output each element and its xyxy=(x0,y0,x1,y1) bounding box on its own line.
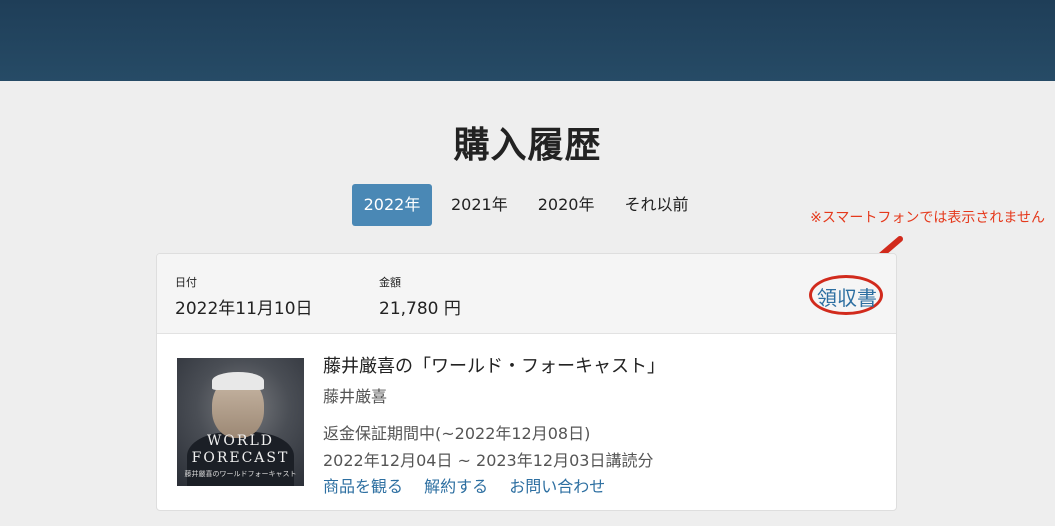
cancel-subscription-link[interactable]: 解約する xyxy=(424,477,488,496)
date-value: 2022年11月10日 xyxy=(175,299,313,319)
tab-2022[interactable]: 2022年 xyxy=(352,184,432,226)
order-card: 日付 2022年11月10日 金額 21,780 円 領収書 WORLD FOR… xyxy=(156,253,897,511)
thumbnail-text-forecast: FORECAST xyxy=(191,450,290,466)
thumbnail-subtext: 藤井厳喜のワールドフォーキャスト xyxy=(184,470,297,478)
order-header: 日付 2022年11月10日 金額 21,780 円 領収書 xyxy=(157,254,896,334)
page-title: 購入履歴 xyxy=(453,125,602,166)
date-label: 日付 xyxy=(175,276,197,289)
smartphone-note: ※スマートフォンでは表示されません xyxy=(810,210,1045,226)
view-product-link[interactable]: 商品を観る xyxy=(323,477,403,496)
tab-earlier[interactable]: それ以前 xyxy=(609,184,703,226)
tab-2021[interactable]: 2021年 xyxy=(436,184,523,226)
amount-label: 金額 xyxy=(379,276,401,289)
product-title: 藤井厳喜の「ワールド・フォーキャスト」 xyxy=(323,356,665,377)
thumbnail-text-world: WORLD xyxy=(207,433,274,449)
year-tabs: 2022年 2021年 2020年 それ以前 xyxy=(352,184,703,226)
refund-status: 返金保証期間中(~2022年12月08日) xyxy=(323,424,591,443)
amount-value: 21,780 円 xyxy=(379,299,461,319)
subscription-period: 2022年12月04日 ~ 2023年12月03日講読分 xyxy=(323,451,654,470)
portrait-hair xyxy=(212,372,264,390)
tab-2020[interactable]: 2020年 xyxy=(523,184,610,226)
product-author: 藤井厳喜 xyxy=(323,387,388,406)
product-thumbnail[interactable]: WORLD FORECAST 藤井厳喜のワールドフォーキャスト xyxy=(177,358,304,486)
top-navigation-bar xyxy=(0,0,1055,81)
product-actions: 商品を観る 解約する お問い合わせ xyxy=(323,473,621,497)
contact-link[interactable]: お問い合わせ xyxy=(509,477,605,496)
receipt-link[interactable]: 領収書 xyxy=(817,282,877,311)
